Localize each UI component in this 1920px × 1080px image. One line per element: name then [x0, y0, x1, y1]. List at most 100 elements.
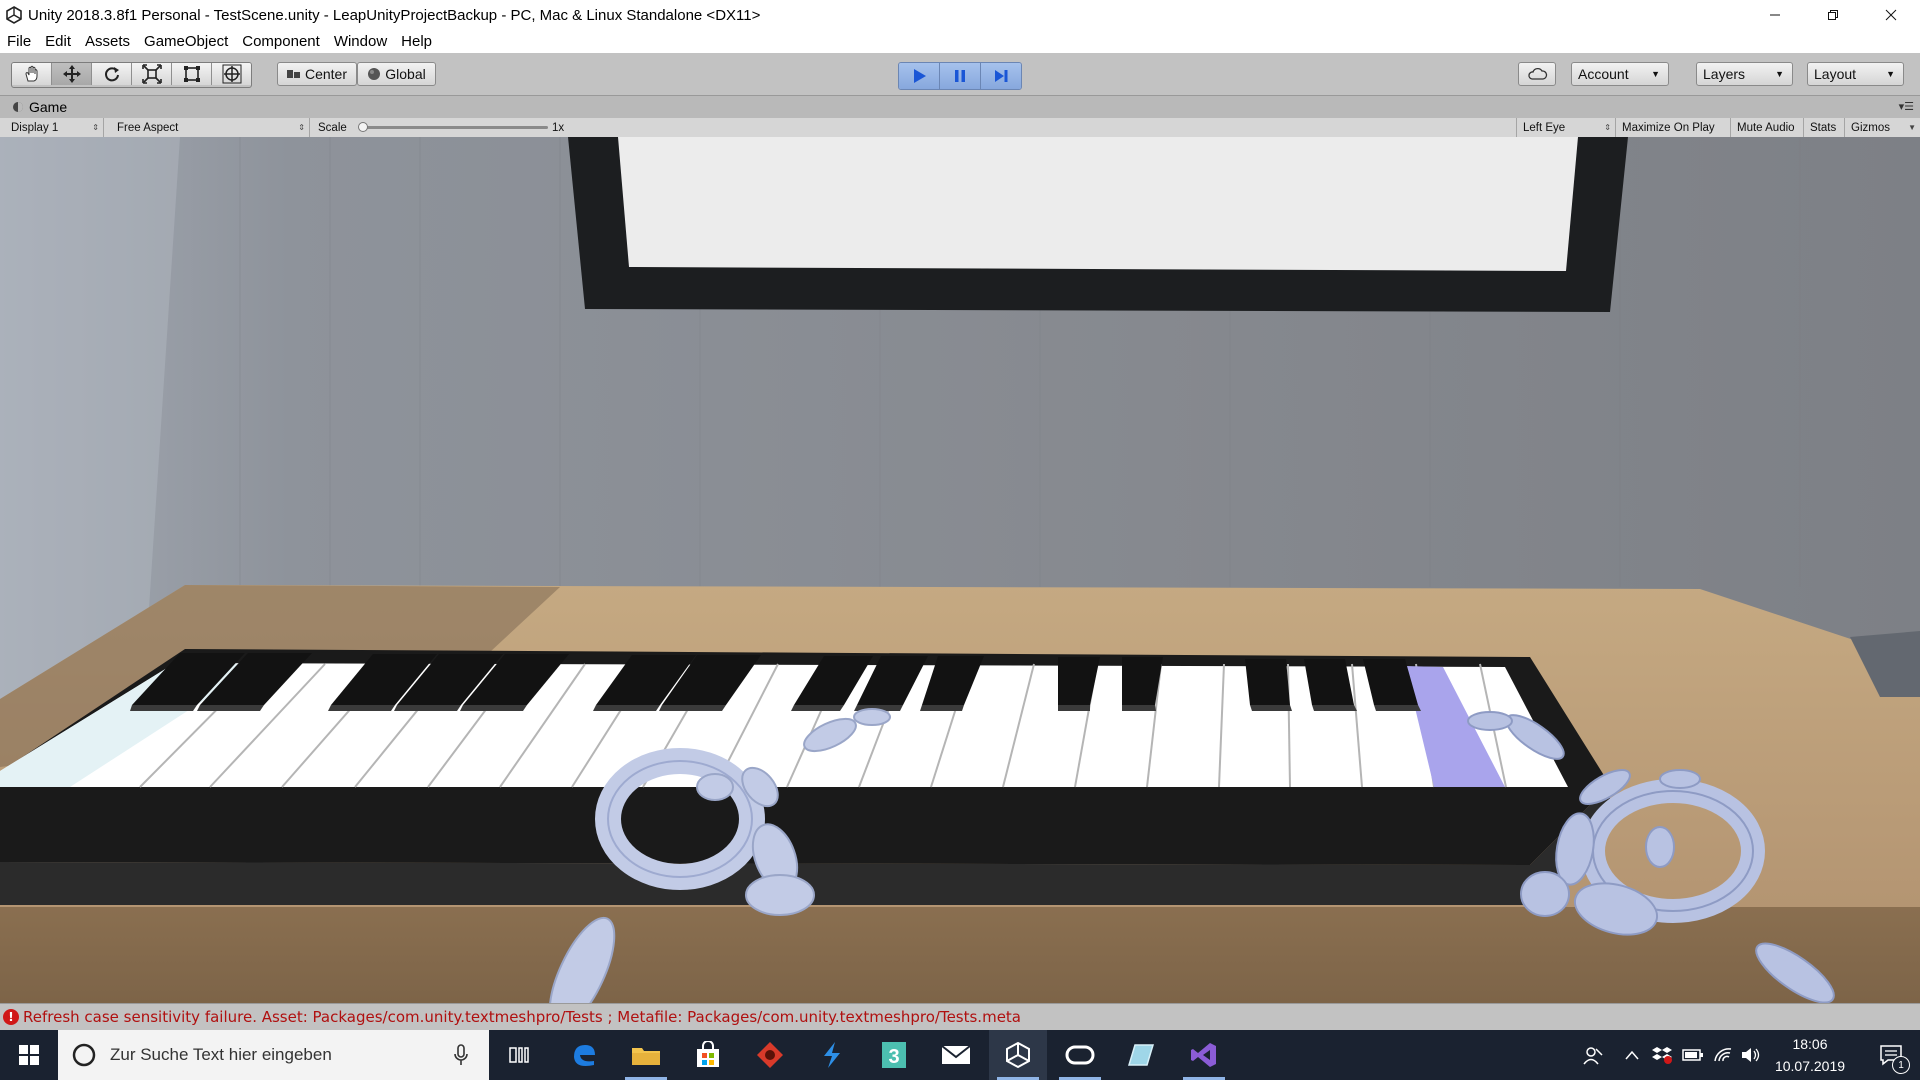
eye-label: Left Eye — [1523, 121, 1566, 134]
search-placeholder: Zur Suche Text hier eingeben — [110, 1045, 332, 1064]
visual-studio-icon[interactable] — [1175, 1030, 1233, 1080]
menu-file[interactable]: File — [0, 33, 38, 50]
display-select[interactable]: Display 1 ⇕ — [0, 118, 104, 137]
menu-assets[interactable]: Assets — [78, 33, 137, 50]
account-dropdown[interactable]: Account ▼ — [1571, 62, 1669, 86]
rect-tool-icon[interactable] — [172, 63, 212, 85]
mute-audio-label: Mute Audio — [1737, 121, 1795, 134]
mute-audio-toggle[interactable]: Mute Audio — [1731, 118, 1804, 137]
menu-window[interactable]: Window — [327, 33, 394, 50]
transform-tool-icon[interactable] — [212, 63, 251, 85]
minimize-icon[interactable] — [1746, 0, 1804, 30]
select-arrows-icon: ⇕ — [298, 123, 305, 132]
account-label: Account — [1578, 66, 1629, 82]
main-toolbar: Center Global Account ▼ Layers ▼ Layout … — [0, 53, 1920, 96]
menu-gameobject[interactable]: GameObject — [137, 33, 235, 50]
dropdown-arrow-icon: ▼ — [1651, 69, 1660, 79]
windows-taskbar: Zur Suche Text hier eingeben 3 18:06 10.… — [0, 1030, 1920, 1080]
windows-logo-icon — [19, 1045, 39, 1065]
game-tab-label: Game — [29, 99, 68, 115]
close-icon[interactable] — [1862, 0, 1920, 30]
display-label: Display 1 — [11, 121, 59, 134]
aspect-label: Free Aspect — [117, 121, 179, 134]
menu-bar: File Edit Assets GameObject Component Wi… — [0, 30, 1920, 53]
battery-icon[interactable] — [1679, 1030, 1707, 1080]
scale-slider-thumb[interactable] — [358, 122, 368, 132]
taskbar-clock[interactable]: 18:06 10.07.2019 — [1760, 1030, 1860, 1080]
menu-component[interactable]: Component — [235, 33, 327, 50]
pause-icon[interactable] — [940, 63, 981, 89]
app-blue-icon[interactable] — [803, 1030, 861, 1080]
monitor-screen — [618, 137, 1578, 271]
oculus-icon[interactable] — [1051, 1030, 1109, 1080]
layout-dropdown[interactable]: Layout ▼ — [1807, 62, 1904, 86]
console-message: Refresh case sensitivity failure. Asset:… — [23, 1008, 1021, 1026]
stats-toggle[interactable]: Stats — [1804, 118, 1845, 137]
app-glass-icon[interactable] — [1113, 1030, 1171, 1080]
stats-label: Stats — [1810, 121, 1837, 134]
game-viewport[interactable] — [0, 137, 1920, 1003]
notification-count-badge: 1 — [1892, 1056, 1910, 1074]
scale-tool-icon[interactable] — [132, 63, 172, 85]
rotate-tool-icon[interactable] — [92, 63, 132, 85]
space-label: Global — [385, 66, 426, 82]
title-bar: Unity 2018.3.8f1 Personal - TestScene.un… — [0, 0, 1920, 30]
game-tab-icon — [13, 102, 23, 112]
error-icon: ! — [3, 1009, 19, 1025]
scene-render — [0, 137, 1920, 1003]
mail-icon[interactable] — [927, 1030, 985, 1080]
scale-label: Scale — [318, 121, 347, 134]
step-icon[interactable] — [981, 63, 1021, 89]
menu-help[interactable]: Help — [394, 33, 439, 50]
microphone-icon[interactable] — [453, 1044, 469, 1066]
hand-tool-icon[interactable] — [12, 63, 52, 85]
dropdown-arrow-icon: ▼ — [1775, 69, 1784, 79]
gizmos-dropdown[interactable]: Gizmos ▼ — [1845, 118, 1920, 137]
taskbar-search-box[interactable]: Zur Suche Text hier eingeben — [58, 1030, 489, 1080]
app-3-icon[interactable]: 3 — [865, 1030, 923, 1080]
chevron-up-icon[interactable] — [1620, 1030, 1644, 1080]
pivot-center-button[interactable]: Center — [277, 62, 357, 86]
store-icon[interactable] — [679, 1030, 737, 1080]
maximize-on-play-label: Maximize On Play — [1622, 121, 1715, 134]
dropdown-arrow-icon: ▼ — [1908, 123, 1916, 132]
game-tab-header: Game ▾☰ — [0, 96, 1920, 118]
play-icon[interactable] — [899, 63, 940, 89]
wifi-icon[interactable] — [1710, 1030, 1736, 1080]
layout-label: Layout — [1814, 66, 1857, 82]
collab-cloud-button[interactable] — [1518, 62, 1556, 86]
eye-select[interactable]: Left Eye ⇕ — [1516, 118, 1616, 137]
maximize-icon[interactable] — [1804, 0, 1862, 30]
app-red-icon[interactable] — [741, 1030, 799, 1080]
layers-label: Layers — [1703, 66, 1746, 82]
playback-controls — [898, 62, 1022, 90]
menu-edit[interactable]: Edit — [38, 33, 78, 50]
start-button[interactable] — [0, 1030, 58, 1080]
people-icon[interactable] — [1576, 1030, 1610, 1080]
svg-text:3: 3 — [888, 1046, 899, 1068]
notification-center-icon[interactable]: 1 — [1862, 1030, 1920, 1080]
cloud-icon — [1528, 67, 1548, 80]
gizmos-label: Gizmos — [1851, 121, 1890, 134]
tab-game[interactable]: Game — [0, 99, 67, 115]
globe-icon — [368, 68, 381, 80]
select-arrows-icon: ⇕ — [92, 123, 99, 132]
aspect-select[interactable]: Free Aspect ⇕ — [111, 118, 310, 137]
window-title: Unity 2018.3.8f1 Personal - TestScene.un… — [28, 6, 761, 24]
pivot-label: Center — [304, 66, 348, 82]
clock-time: 18:06 — [1792, 1036, 1828, 1052]
layers-dropdown[interactable]: Layers ▼ — [1696, 62, 1793, 86]
file-explorer-icon[interactable] — [617, 1030, 675, 1080]
transform-tools — [11, 62, 252, 88]
task-view-icon[interactable] — [491, 1030, 549, 1080]
space-global-button[interactable]: Global — [357, 62, 436, 86]
maximize-on-play-toggle[interactable]: Maximize On Play — [1616, 118, 1731, 137]
console-status-bar[interactable]: ! Refresh case sensitivity failure. Asse… — [0, 1003, 1920, 1030]
move-tool-icon[interactable] — [52, 63, 92, 85]
panel-menu-icon[interactable]: ▾☰ — [1899, 100, 1914, 113]
unity-icon[interactable] — [989, 1030, 1047, 1080]
dropbox-icon[interactable] — [1648, 1030, 1676, 1080]
edge-icon[interactable] — [555, 1030, 613, 1080]
scale-slider[interactable] — [358, 122, 548, 132]
select-arrows-icon: ⇕ — [1604, 123, 1611, 132]
